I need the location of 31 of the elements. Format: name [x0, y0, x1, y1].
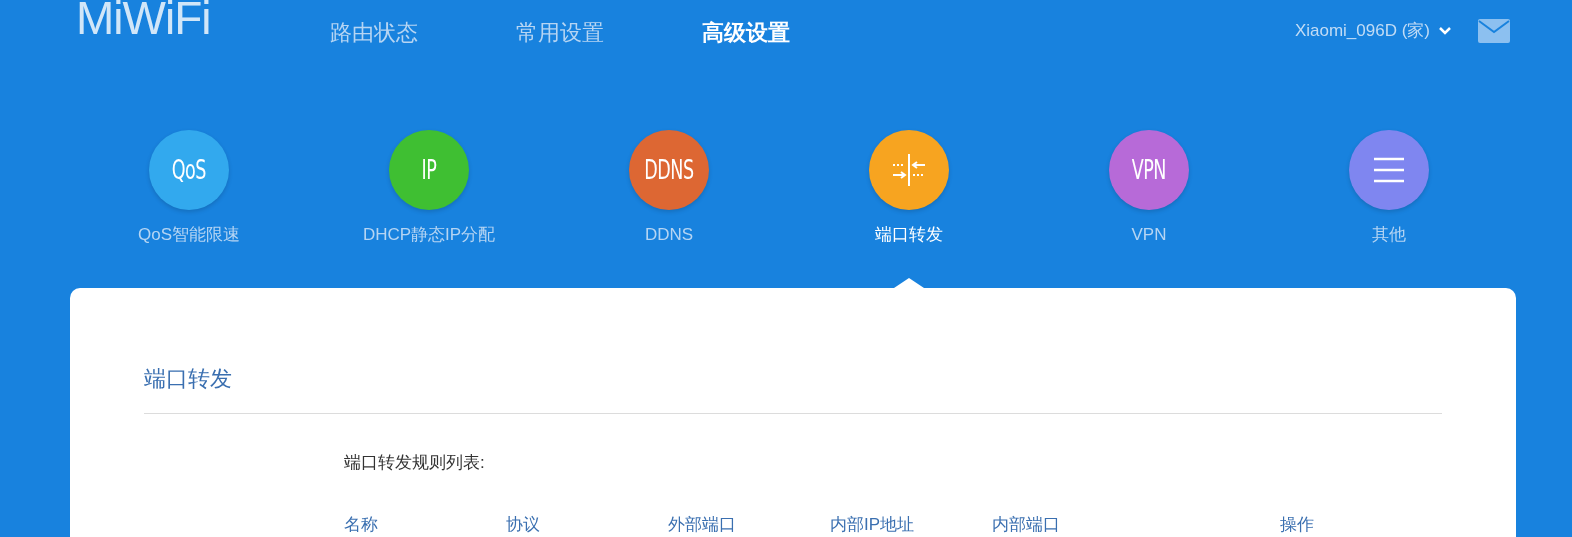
tool-label: DHCP静态IP分配	[362, 224, 496, 246]
tool-label: VPN	[1131, 224, 1167, 246]
chevron-down-icon	[1438, 26, 1452, 36]
tool-button[interactable]: IP	[389, 130, 469, 210]
tool-label-icon: VPN	[1131, 157, 1167, 183]
column-header: 操作	[1280, 513, 1315, 536]
tool-label: 端口转发	[875, 224, 943, 246]
column-header: 协议	[506, 513, 541, 536]
tool-label-icon: IP	[421, 157, 437, 183]
tool-button[interactable]	[1349, 130, 1429, 210]
column-header: 内部端口	[992, 513, 1061, 536]
account-dropdown[interactable]: Xiaomi_096D (家)	[1294, 18, 1452, 44]
tool-label-icon: QoS	[171, 157, 207, 183]
tool-button[interactable]	[869, 130, 949, 210]
panel-title: 端口转发	[144, 362, 1442, 414]
tool-button[interactable]: QoS	[149, 130, 229, 210]
tool-button[interactable]: DDNS	[629, 130, 709, 210]
logo: MiWiFi	[76, 0, 212, 41]
column-header: 内部IP地址	[830, 513, 916, 536]
nav-tab[interactable]: 路由状态	[330, 15, 418, 49]
tool-label-icon: DDNS	[644, 157, 694, 183]
column-header: 名称	[344, 513, 379, 536]
tool-label: DDNS	[644, 224, 694, 246]
nav-tab[interactable]: 高级设置	[702, 15, 790, 49]
tool-label: QoS智能限速	[138, 224, 240, 246]
tool-button[interactable]: VPN	[1109, 130, 1189, 210]
list-title: 端口转发规则列表:	[344, 452, 486, 474]
column-header: 外部端口	[668, 513, 737, 536]
nav-tab[interactable]: 常用设置	[516, 15, 604, 49]
menu-icon	[1373, 157, 1405, 183]
tool-label: 其他	[1372, 224, 1406, 246]
